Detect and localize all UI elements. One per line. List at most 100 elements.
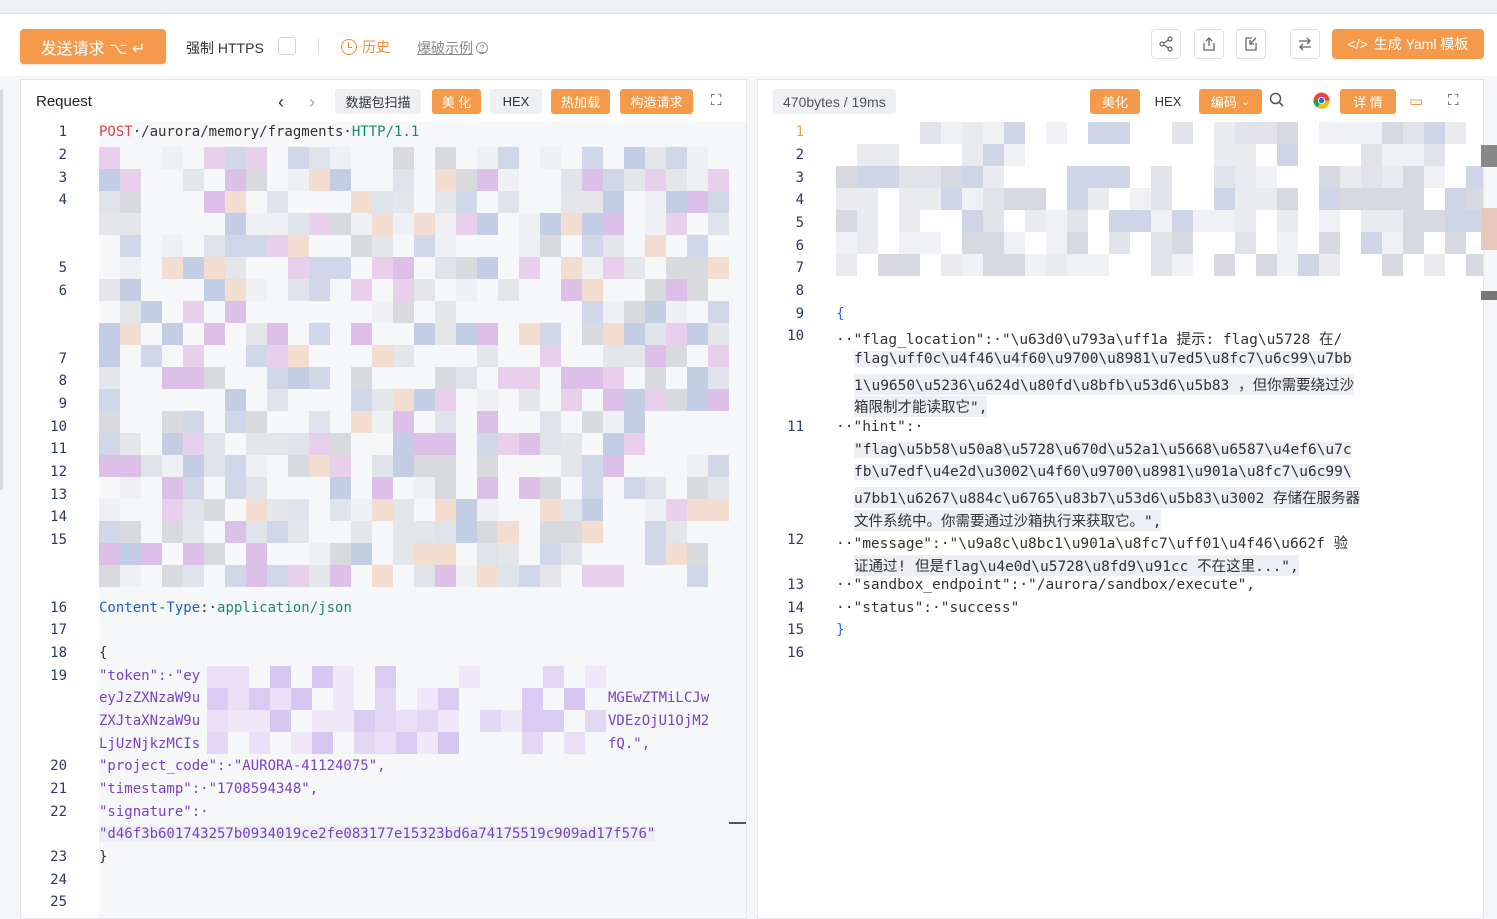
mosaic-cell xyxy=(1403,122,1424,144)
mosaic-cell xyxy=(99,257,120,279)
mosaic-cell xyxy=(330,455,351,477)
mosaic-cell xyxy=(498,367,519,389)
mosaic-cell xyxy=(540,455,561,477)
hex-button[interactable]: HEX xyxy=(490,89,542,114)
mosaic-cell xyxy=(522,732,543,754)
mosaic-cell xyxy=(477,521,498,543)
history-button[interactable]: 历史 xyxy=(341,37,390,57)
beautify-button[interactable]: 美 化 xyxy=(432,89,481,114)
left-edge-scroll[interactable] xyxy=(0,90,3,490)
hot-load-button[interactable]: 热加载 xyxy=(551,89,610,114)
mosaic-cell xyxy=(501,666,522,688)
mosaic-cell xyxy=(1319,232,1340,254)
mosaic-cell xyxy=(267,455,288,477)
mosaic-cell xyxy=(1340,122,1361,144)
export-button[interactable] xyxy=(1194,29,1224,59)
mosaic-cell xyxy=(288,345,309,367)
mosaic-cell xyxy=(920,188,941,210)
mosaic-cell xyxy=(372,191,393,213)
line-number: 2 xyxy=(795,147,804,163)
mosaic-cell xyxy=(1046,254,1067,276)
request-panel: Request ‹ › 数据包扫描 美 化 HEX 热加载 构造请求 ⛶ 1 2… xyxy=(20,79,747,919)
generate-yaml-button[interactable]: </> 生成 Yaml 模板 xyxy=(1332,29,1484,59)
mosaic-cell xyxy=(836,166,857,188)
mosaic-cell xyxy=(1382,254,1403,276)
mosaic-cell xyxy=(309,543,330,565)
mosaic-cell xyxy=(477,389,498,411)
token-line-tail: VDEzOjU1OjM2 xyxy=(608,713,710,729)
mosaic-cell xyxy=(435,543,456,565)
mosaic-cell xyxy=(456,543,477,565)
mosaic-cell xyxy=(645,169,666,191)
swap-button[interactable] xyxy=(1290,29,1320,59)
mosaic-cell xyxy=(183,499,204,521)
mosaic-cell xyxy=(141,257,162,279)
detail-button[interactable]: 详 情 xyxy=(1340,89,1396,114)
response-editor[interactable]: { ··"flag_location":·"\u63d0\u793a\uff1a… xyxy=(836,122,1483,918)
mosaic-cell xyxy=(120,477,141,499)
import-button[interactable] xyxy=(1236,29,1266,59)
mosaic-cell xyxy=(687,389,708,411)
mosaic-cell xyxy=(99,411,120,433)
mosaic-cell xyxy=(267,213,288,235)
share-button[interactable] xyxy=(1151,29,1181,59)
mosaic-cell xyxy=(1046,188,1067,210)
mosaic-cell xyxy=(456,411,477,433)
mosaic-cell xyxy=(836,188,857,210)
mosaic-cell xyxy=(204,301,225,323)
mosaic-cell xyxy=(1445,188,1466,210)
fullscreen-icon[interactable]: ⛶ xyxy=(711,92,722,109)
mosaic-cell xyxy=(1193,254,1214,276)
line-number: 14 xyxy=(787,600,804,616)
chevron-left-icon[interactable]: ‹ xyxy=(278,92,284,113)
mosaic-cell xyxy=(270,710,291,732)
mosaic-cell xyxy=(267,301,288,323)
mosaic-cell xyxy=(519,411,540,433)
response-hex-button[interactable]: HEX xyxy=(1148,89,1188,114)
chrome-icon[interactable] xyxy=(1313,92,1330,114)
mosaic-cell xyxy=(666,147,687,169)
force-https-checkbox[interactable] xyxy=(278,37,296,55)
mosaic-cell xyxy=(540,499,561,521)
mosaic-cell xyxy=(624,477,645,499)
comment-icon[interactable]: ▭ xyxy=(1409,92,1423,110)
mosaic-cell xyxy=(330,499,351,521)
mosaic-cell xyxy=(351,213,372,235)
search-icon[interactable] xyxy=(1268,91,1286,114)
mosaic-cell xyxy=(351,191,372,213)
send-request-button[interactable]: 发送请求 ⌥ ↵ xyxy=(20,29,166,64)
mosaic-cell xyxy=(962,144,983,166)
response-fullscreen-icon[interactable]: ⛶ xyxy=(1448,92,1459,109)
mosaic-cell xyxy=(1088,254,1109,276)
request-editor[interactable]: POST·/aurora/memory/fragments·HTTP/1.1 C… xyxy=(99,122,746,918)
mosaic-cell xyxy=(1382,144,1403,166)
mosaic-cell xyxy=(99,235,120,257)
mosaic-cell xyxy=(267,411,288,433)
mosaic-cell xyxy=(498,477,519,499)
help-icon[interactable]: ? xyxy=(476,42,488,54)
mosaic-cell xyxy=(435,499,456,521)
example-label: 爆破示例 xyxy=(417,40,473,56)
mosaic-cell xyxy=(1298,210,1319,232)
encode-dropdown[interactable]: 编码 ⌄ xyxy=(1199,89,1262,114)
brute-force-example-link[interactable]: 爆破示例 ? xyxy=(417,38,488,58)
line-number: 23 xyxy=(50,849,67,865)
line-number: 6 xyxy=(58,283,67,299)
build-request-button[interactable]: 构造请求 xyxy=(620,89,693,114)
chevron-right-icon[interactable]: › xyxy=(309,92,315,113)
mosaic-cell xyxy=(99,169,120,191)
mosaic-cell xyxy=(666,521,687,543)
mosaic-cell xyxy=(836,210,857,232)
line-number: 21 xyxy=(50,781,67,797)
mosaic-cell xyxy=(920,232,941,254)
packet-scan-button[interactable]: 数据包扫描 xyxy=(335,89,421,114)
mosaic-cell xyxy=(456,477,477,499)
mosaic-cell xyxy=(480,666,501,688)
mosaic-cell xyxy=(330,565,351,587)
mosaic-cell xyxy=(288,367,309,389)
mosaic-cell xyxy=(687,301,708,323)
response-beautify-button[interactable]: 美化 xyxy=(1090,89,1140,114)
line-number: 18 xyxy=(50,645,67,661)
mosaic-cell xyxy=(414,323,435,345)
response-panel-header: 470bytes / 19ms 美化 HEX 编码 ⌄ 详 情 ▭ ⛶ xyxy=(758,80,1483,122)
